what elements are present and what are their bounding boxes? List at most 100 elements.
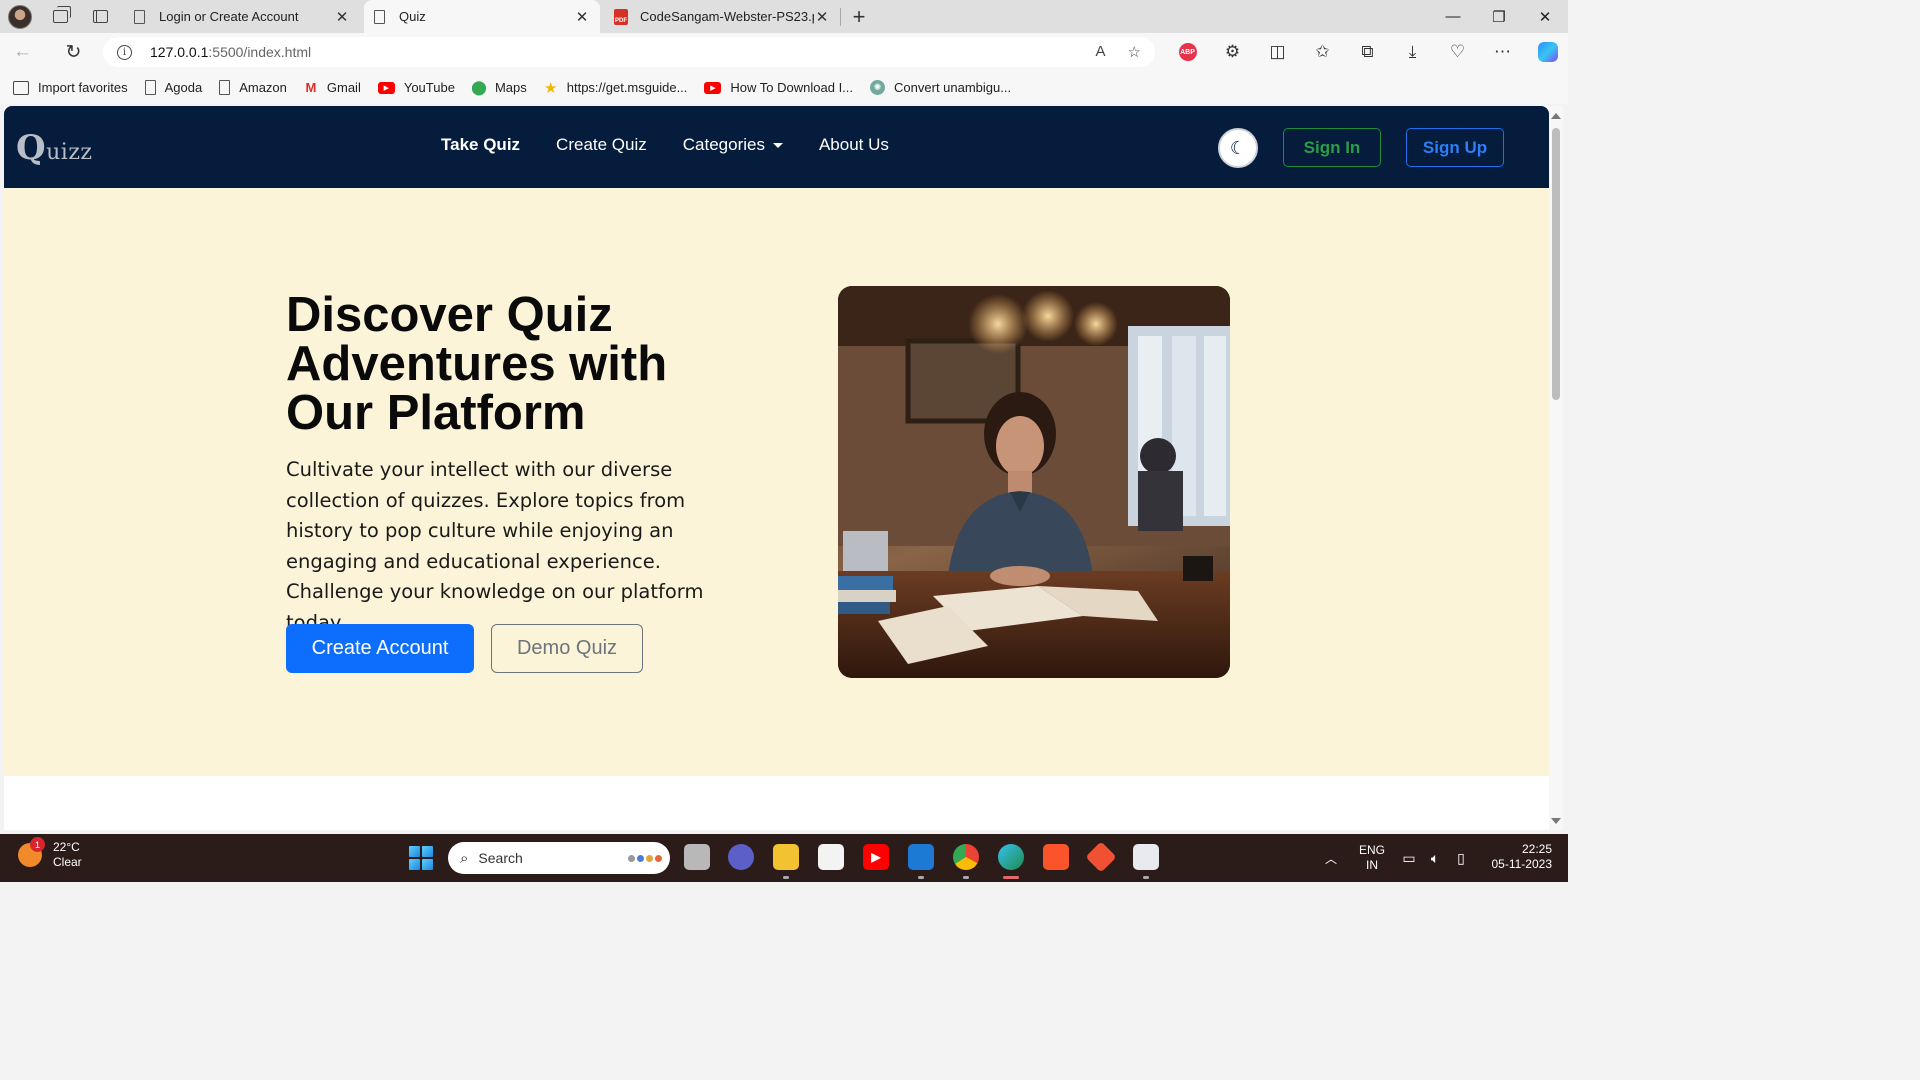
weather-moon-icon: 1 (18, 837, 45, 867)
minimize-icon[interactable]: — (1430, 0, 1476, 33)
sign-in-button[interactable]: Sign In (1283, 128, 1381, 167)
tab-label: Quiz (399, 9, 426, 24)
favorite-convert[interactable]: ✺ Convert unambigu... (870, 80, 1011, 95)
downloads-icon[interactable]: ⤓ (1390, 42, 1435, 62)
file-explorer-icon[interactable] (773, 844, 799, 870)
nav-create-quiz[interactable]: Create Quiz (556, 135, 647, 155)
favorite-label: Import favorites (38, 80, 128, 95)
split-screen-icon[interactable]: ◫ (1255, 42, 1300, 62)
favorites-icon[interactable]: ✩ (1300, 42, 1345, 62)
favorite-maps[interactable]: ⬤ Maps (471, 79, 527, 95)
scroll-down-icon[interactable] (1551, 818, 1561, 824)
close-tab-icon[interactable]: ✕ (334, 8, 350, 26)
nav-categories-dropdown[interactable]: Categories (683, 135, 783, 155)
page-icon (374, 9, 385, 24)
reload-icon: ↻ (65, 41, 82, 63)
close-tab-icon[interactable]: ✕ (814, 8, 830, 26)
more-options-icon[interactable]: ⋯ (1480, 42, 1525, 62)
browser-tab-strip: Login or Create Account ✕ Quiz ✕ PDF Cod… (0, 0, 1568, 33)
copilot-button[interactable] (1525, 42, 1570, 62)
youtube-app-icon[interactable]: ▶ (863, 844, 889, 870)
tab-pdf[interactable]: PDF CodeSangam-Webster-PS23.pdf ✕ (604, 0, 840, 33)
page-icon (219, 80, 231, 95)
close-window-icon[interactable]: ✕ (1522, 0, 1568, 33)
brave-icon[interactable] (1043, 844, 1069, 870)
profile-button[interactable] (0, 0, 40, 33)
tab-quiz[interactable]: Quiz ✕ (364, 0, 600, 33)
favorite-star-icon[interactable]: ☆ (1128, 43, 1141, 61)
extensions-icon[interactable]: ⚙ (1210, 42, 1255, 62)
gmail-icon: M (305, 80, 317, 95)
adblock-extension-button[interactable]: ABP (1165, 43, 1210, 61)
workspaces-button[interactable] (40, 0, 80, 33)
hero-section: Discover Quiz Adventures with Our Platfo… (4, 188, 1549, 776)
sign-up-button[interactable]: Sign Up (1406, 128, 1504, 167)
site-navbar: Quizz Take Quiz Create Quiz Categories A… (4, 106, 1549, 188)
chatgpt-icon: ✺ (870, 80, 886, 95)
favorite-amazon[interactable]: Amazon (219, 80, 287, 95)
favorite-how-to-download[interactable]: ▶ How To Download I... (704, 80, 853, 95)
git-icon[interactable] (1085, 841, 1117, 873)
close-tab-icon[interactable]: ✕ (574, 8, 590, 26)
logo-rest: uizz (46, 140, 93, 165)
copilot-icon (1537, 42, 1558, 62)
vertical-tabs-button[interactable] (80, 0, 120, 33)
tab-login[interactable]: Login or Create Account ✕ (124, 0, 360, 33)
temperature: 22°C (53, 840, 80, 854)
demo-quiz-button[interactable]: Demo Quiz (491, 624, 643, 673)
favorite-label: Gmail (326, 80, 361, 95)
nav-take-quiz[interactable]: Take Quiz (441, 135, 520, 155)
network-icon[interactable]: ▭ (1399, 850, 1419, 867)
site-logo[interactable]: Quizz (16, 128, 93, 168)
teams-chat-icon[interactable] (728, 844, 754, 870)
region-code: IN (1366, 858, 1379, 872)
address-bar[interactable]: i 127.0.0.1:5500/index.html A ☆ (103, 37, 1155, 67)
scroll-up-icon[interactable] (1551, 113, 1561, 119)
back-button[interactable]: ← (0, 33, 45, 71)
favorite-label: Maps (494, 80, 527, 95)
show-hidden-icons-chevron-icon[interactable]: ︿ (1325, 850, 1337, 867)
notification-badge: 1 (30, 837, 45, 852)
favorite-agoda[interactable]: Agoda (144, 80, 203, 95)
restore-icon[interactable]: ❐ (1476, 0, 1522, 33)
taskbar-search[interactable]: ⌕ Search (448, 842, 670, 874)
microsoft-store-icon[interactable] (818, 844, 844, 870)
start-button[interactable] (409, 846, 433, 870)
scrollbar-thumb[interactable] (1552, 128, 1560, 400)
vscode-icon[interactable] (908, 844, 934, 870)
page-scrollbar[interactable] (1549, 106, 1563, 830)
favorite-label: How To Download I... (730, 80, 854, 95)
read-aloud-icon[interactable]: A (1096, 43, 1106, 61)
collections-icon[interactable]: ⧉ (1345, 42, 1390, 62)
site-info-icon[interactable]: i (117, 44, 132, 60)
search-icon: ⌕ (460, 849, 469, 867)
battery-icon[interactable]: ▯ (1451, 850, 1471, 867)
task-view-icon[interactable] (684, 844, 710, 870)
create-account-button[interactable]: Create Account (286, 624, 474, 673)
volume-icon[interactable]: 🔈︎ (1425, 850, 1445, 867)
favorite-youtube[interactable]: ▶ YouTube (377, 80, 455, 95)
language-indicator[interactable]: ENG IN (1359, 843, 1385, 873)
weather-text: 22°C Clear (53, 840, 82, 870)
page-icon (134, 9, 145, 24)
favorite-import[interactable]: Import favorites (13, 80, 128, 95)
favorite-label: Amazon (239, 80, 287, 95)
favorite-gmail[interactable]: M Gmail (304, 80, 361, 95)
new-tab-button[interactable]: + (841, 0, 877, 33)
browser-essentials-icon[interactable]: ♡ (1435, 42, 1480, 62)
nav-about-us[interactable]: About Us (819, 135, 889, 155)
weather-widget[interactable]: 1 22°C Clear (18, 837, 82, 870)
chrome-icon[interactable] (953, 844, 979, 870)
edge-icon[interactable] (998, 844, 1024, 870)
running-indicator (783, 876, 789, 879)
snipping-tool-icon[interactable] (1133, 844, 1159, 870)
theme-toggle-button[interactable]: ☾ (1218, 128, 1258, 168)
windows-taskbar: 1 22°C Clear ⌕ Search ▶ ︿ ENG IN ▭ 🔈︎ ▯ … (0, 834, 1568, 882)
hero-title: Discover Quiz Adventures with Our Platfo… (286, 288, 668, 440)
running-indicator (1143, 876, 1149, 879)
favorite-msguide[interactable]: ★ https://get.msguide... (544, 80, 687, 97)
favorite-label: Agoda (164, 80, 203, 95)
taskbar-clock[interactable]: 22:25 05-11-2023 (1480, 842, 1553, 872)
search-highlight-icon (628, 854, 662, 862)
reload-button[interactable]: ↻ (51, 33, 96, 71)
